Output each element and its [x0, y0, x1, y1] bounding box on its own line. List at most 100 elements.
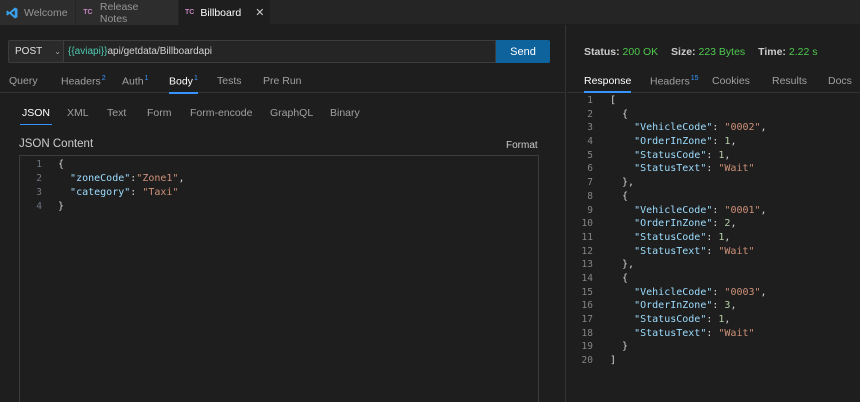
- method-select[interactable]: POST ⌄: [8, 40, 63, 63]
- code-line: {: [610, 190, 629, 202]
- line-number: 4: [587, 136, 593, 148]
- code-line: "StatusCode": 1,: [634, 231, 731, 243]
- line-number: 18: [581, 327, 593, 339]
- line-number: 20: [581, 355, 593, 367]
- request-tabs: Query Headers2 Auth1 Body1 Tests Pre Run: [0, 71, 566, 93]
- size-label: Size:: [671, 46, 696, 58]
- close-icon[interactable]: ✕: [255, 6, 264, 19]
- tab-label: Release Notes: [99, 0, 139, 25]
- code-line: {: [610, 108, 629, 120]
- line-number: 14: [581, 272, 593, 284]
- tab-release-notes[interactable]: TC Release Notes: [76, 0, 179, 25]
- url-path: api/getdata/Billboardapi: [107, 46, 213, 57]
- tab-auth[interactable]: Auth1: [122, 75, 149, 88]
- line-number: 10: [581, 218, 593, 230]
- line-number: 1: [587, 95, 593, 106]
- response-code-lines: [ { "VehicleCode": "0002", "OrderInZone"…: [610, 94, 767, 368]
- code-line: "VehicleCode": "0002",: [634, 122, 767, 134]
- line-number: 16: [581, 300, 593, 312]
- tab-welcome[interactable]: Welcome: [0, 0, 76, 25]
- code-line: "StatusText": "Wait": [634, 163, 755, 175]
- time-value: 2.22 s: [788, 46, 818, 58]
- body-tab-form-encode[interactable]: Form-encode: [190, 107, 252, 119]
- tab-billboard[interactable]: TC Billboard ✕: [179, 0, 271, 25]
- code-line: }: [58, 201, 65, 212]
- response-headers-count-badge: 15: [690, 75, 699, 82]
- send-button[interactable]: Send: [496, 40, 550, 63]
- tab-headers[interactable]: Headers2: [61, 75, 106, 88]
- tab-docs[interactable]: Docs: [828, 75, 852, 87]
- code-line: "OrderInZone": 2,: [634, 218, 737, 230]
- response-body-viewer[interactable]: 1 2 3 4 5 6 7 8 9 10 11 12 13 14 15 16 17 18 19 20 [ { "Veh…: [567, 94, 860, 394]
- line-number: 19: [581, 341, 593, 353]
- code-line: "OrderInZone": 1,: [634, 136, 737, 148]
- editor-tab-bar: Welcome TC Release Notes TC Billboard ✕: [0, 0, 860, 25]
- url-bar: POST ⌄ {{aviapi}} api/getdata/Billboardap…: [8, 40, 550, 63]
- line-number: 11: [581, 231, 593, 243]
- body-tab-graphql[interactable]: GraphQL: [270, 107, 313, 119]
- thunder-client-icon: TC: [185, 9, 195, 16]
- code-line: [: [610, 95, 617, 106]
- line-number: 9: [587, 204, 593, 216]
- tab-cookies[interactable]: Cookies: [712, 75, 750, 87]
- method-value: POST: [15, 46, 43, 57]
- body-tab-form[interactable]: Form: [147, 107, 172, 119]
- code-line: {: [610, 272, 629, 284]
- status-label: Status:: [584, 46, 620, 58]
- thunder-client-icon: TC: [83, 9, 93, 16]
- url-input[interactable]: {{aviapi}} api/getdata/Billboardapi: [63, 40, 496, 63]
- line-number-gutter: 1 2 3 4 5 6 7 8 9 10 11 12 13 14 15 16 17 18 19 20: [567, 94, 595, 368]
- tab-tests[interactable]: Tests: [217, 75, 242, 87]
- code-lines: { "zoneCode":"Zone1", "category": "Taxi"…: [58, 158, 184, 214]
- json-content-heading: JSON Content: [19, 138, 94, 150]
- line-number: 5: [587, 149, 593, 161]
- code-line: "StatusText": "Wait": [634, 327, 755, 339]
- code-line: },: [610, 177, 635, 189]
- response-tabs: Response Headers15 Cookies Results Docs: [567, 71, 860, 93]
- line-number: 3: [587, 122, 593, 134]
- code-line: "category": "Taxi": [70, 187, 179, 198]
- tab-query[interactable]: Query: [9, 75, 38, 87]
- line-number: 17: [581, 314, 593, 325]
- request-pane: POST ⌄ {{aviapi}} api/getdata/Billboardap…: [0, 25, 566, 402]
- tab-label: Welcome: [24, 6, 68, 19]
- vscode-icon: [6, 7, 18, 19]
- line-number: 15: [581, 286, 593, 298]
- body-tab-json[interactable]: JSON: [19, 107, 53, 125]
- format-button[interactable]: Format: [506, 140, 538, 151]
- body-type-tabs: JSON XML Text Form Form-encode GraphQL B…: [0, 107, 566, 127]
- line-number: 6: [587, 163, 593, 175]
- tab-response-headers[interactable]: Headers15: [650, 75, 699, 88]
- tab-response[interactable]: Response: [584, 75, 632, 93]
- json-body-editor[interactable]: 1 2 3 4 { "zoneCode":"Zone1", "category"…: [19, 155, 539, 402]
- time-label: Time:: [758, 46, 786, 58]
- tab-pre-run[interactable]: Pre Run: [263, 75, 302, 87]
- url-variable: {{aviapi}}: [68, 46, 108, 57]
- status-value: 200 OK: [622, 46, 659, 58]
- code-line: "zoneCode":"Zone1",: [70, 173, 185, 184]
- chevron-down-icon: ⌄: [54, 47, 61, 56]
- line-number-gutter: 1 2 3 4: [36, 159, 42, 212]
- body-count-badge: 1: [193, 75, 198, 82]
- line-number: 12: [581, 245, 593, 257]
- line-number: 8: [587, 190, 593, 202]
- body-tab-text[interactable]: Text: [107, 107, 126, 119]
- line-number: 13: [581, 259, 593, 271]
- code-line: "StatusCode": 1,: [634, 314, 731, 325]
- auth-count-badge: 1: [144, 75, 149, 82]
- code-line: "StatusText": "Wait": [634, 245, 755, 257]
- code-line: ]: [610, 355, 617, 367]
- tab-label: Billboard: [200, 6, 242, 19]
- tab-results[interactable]: Results: [772, 75, 807, 87]
- line-number: 7: [587, 177, 593, 189]
- code-line: "StatusCode": 1,: [634, 149, 731, 161]
- body-tab-binary[interactable]: Binary: [330, 107, 360, 119]
- code-line: "VehicleCode": "0001",: [634, 204, 767, 216]
- code-line: }: [610, 341, 629, 353]
- code-line: },: [610, 259, 635, 271]
- body-tab-xml[interactable]: XML: [67, 107, 89, 119]
- tab-body[interactable]: Body1: [169, 75, 198, 93]
- code-line: "VehicleCode": "0003",: [634, 286, 767, 298]
- code-line: "OrderInZone": 3,: [634, 300, 737, 312]
- response-pane: Status: 200 OK Size: 223 Bytes Time: 2.2…: [567, 25, 860, 402]
